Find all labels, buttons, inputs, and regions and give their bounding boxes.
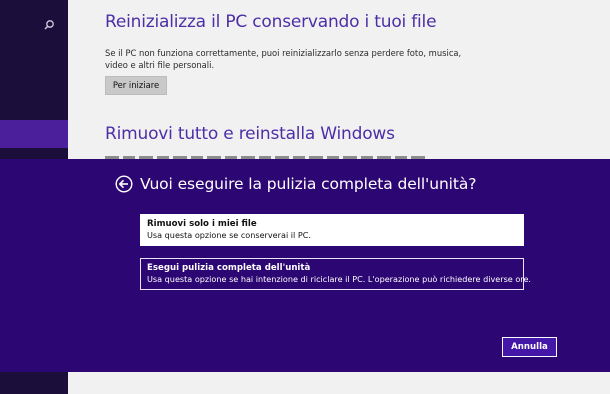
dialog-title: Vuoi eseguire la pulizia completa dell'u…	[140, 175, 477, 193]
back-arrow-icon[interactable]	[115, 175, 133, 193]
start-button[interactable]: Per iniziare	[105, 76, 167, 95]
option-full-clean[interactable]: Esegui pulizia completa dell'unità Usa q…	[140, 258, 532, 290]
option-title: Esegui pulizia completa dell'unità	[147, 263, 311, 273]
nav-selected-item[interactable]	[0, 120, 68, 148]
option-subtitle: Usa questa opzione se hai intenzione di …	[147, 274, 532, 284]
option-title: Rimuovi solo i miei file	[147, 219, 257, 229]
wipe-drive-dialog: Vuoi eseguire la pulizia completa dell'u…	[0, 159, 610, 372]
reset-pc-title: Reinizializza il PC conservando i tuoi f…	[105, 12, 437, 32]
remove-all-title: Rimuovi tutto e reinstalla Windows	[105, 124, 395, 144]
reset-pc-description: Se il PC non funziona correttamente, puo…	[105, 48, 462, 70]
bottom-content-strip	[68, 372, 610, 394]
cancel-button[interactable]: Annulla	[502, 337, 557, 357]
search-icon[interactable]	[42, 18, 56, 32]
option-subtitle: Usa questa opzione se conserverai il PC.	[147, 230, 311, 240]
option-remove-files[interactable]: Rimuovi solo i miei file Usa questa opzi…	[140, 214, 524, 246]
